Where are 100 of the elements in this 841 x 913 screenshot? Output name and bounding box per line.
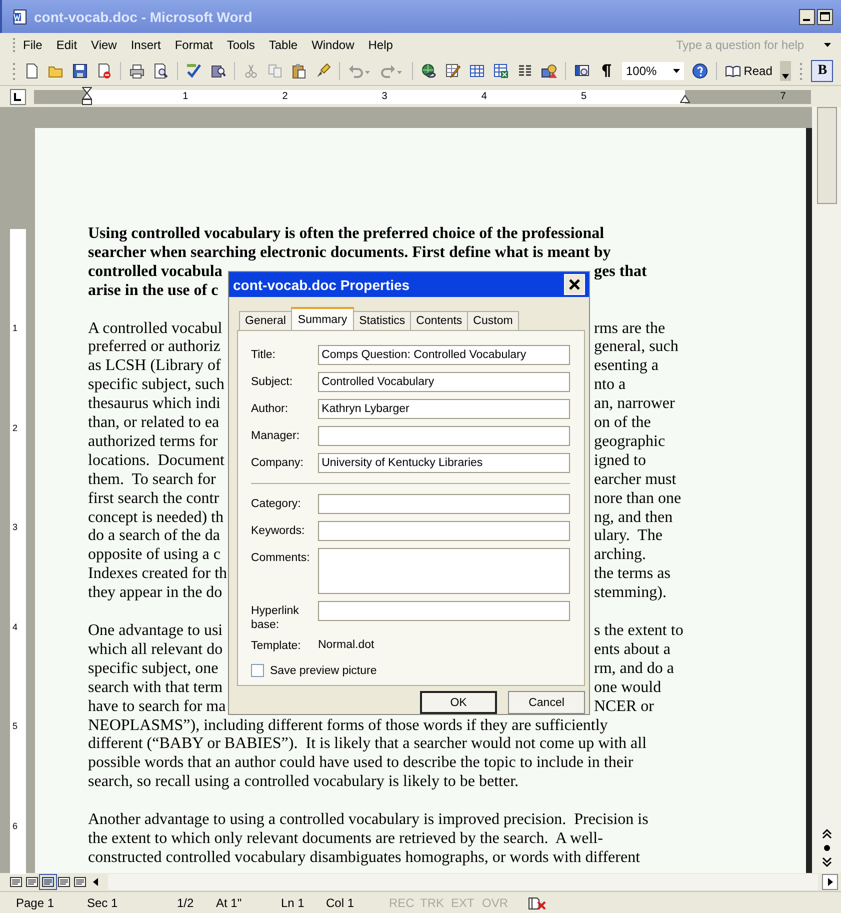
cancel-button[interactable]: Cancel (508, 691, 585, 714)
ok-button[interactable]: OK (420, 691, 497, 714)
input-field[interactable] (318, 426, 570, 446)
zoom-dropdown[interactable]: 100% (622, 62, 684, 80)
columns-icon[interactable] (517, 63, 533, 79)
text-line: earcher must (594, 470, 676, 490)
text-line: igned to (594, 452, 646, 471)
menu-item[interactable]: Insert (124, 36, 168, 54)
spreadsheet-icon[interactable] (493, 63, 509, 79)
menu-item[interactable]: Help (361, 36, 400, 54)
text-line: the extent to which only relevant documents are retrieved by the search. A well- (88, 830, 604, 849)
input-field[interactable] (318, 494, 570, 514)
text-line: possible words that an author could have used to describe the topic to include in their (88, 754, 634, 774)
maximize-icon[interactable] (817, 8, 833, 24)
paintbrush-icon[interactable] (315, 63, 331, 79)
field-label: Template: (251, 639, 302, 653)
input-field[interactable] (318, 601, 570, 621)
document-map-icon[interactable] (574, 63, 590, 79)
scroll-thumb[interactable] (816, 107, 836, 204)
globe-link-icon[interactable] (421, 63, 437, 79)
text-line: thesaurus which indi (88, 395, 222, 414)
menu-item[interactable]: Tools (220, 36, 262, 54)
open-book-icon (724, 65, 741, 77)
vertical-scrollbar[interactable] (812, 107, 841, 873)
ruler-number: 4 (12, 622, 18, 632)
toolbar-options-icon[interactable] (780, 61, 792, 81)
input-field[interactable]: Comps Question: Controlled Vocabulary (318, 345, 570, 365)
text-line: nore than one (594, 490, 682, 509)
pencil-grid-icon[interactable] (445, 63, 461, 79)
field-label: Manager: (251, 429, 301, 443)
print-icon[interactable] (129, 63, 145, 79)
book-error-icon (527, 894, 547, 910)
text-line: arise in the use of c (88, 282, 220, 301)
text-line: do a search of the da (88, 527, 221, 546)
menu-item[interactable]: View (84, 36, 124, 54)
menu-item[interactable]: Table (262, 36, 305, 54)
text-line: specific subject, such (88, 376, 226, 396)
help-icon[interactable] (692, 63, 708, 79)
dropdown-arrow-icon[interactable] (824, 43, 831, 47)
text-line: opposite of using a c (88, 546, 222, 566)
text-line: A controlled vocabul (88, 320, 224, 338)
new-document-icon[interactable] (24, 63, 40, 79)
ruler-number: 6 (12, 821, 18, 831)
research-icon[interactable] (210, 63, 226, 79)
status-text: Col 1 (326, 896, 356, 910)
text-line: NCER or (594, 698, 654, 717)
dialog-tab[interactable]: Summary (290, 307, 354, 330)
menu-item[interactable]: Format (168, 36, 220, 54)
input-field[interactable]: University of Kentucky Libraries (318, 453, 570, 473)
read-button[interactable]: Read (724, 64, 772, 78)
horizontal-scrollbar[interactable] (108, 874, 818, 890)
print-view-icon[interactable] (40, 875, 56, 889)
input-field[interactable]: Controlled Vocabulary (318, 372, 570, 392)
text-line: which all relevant do (88, 640, 224, 660)
text-line: locations. Document (88, 452, 226, 471)
input-field[interactable] (318, 521, 570, 541)
ruler-number: 4 (481, 90, 487, 104)
grip-icon (12, 62, 16, 80)
menu-item[interactable]: File (16, 36, 50, 54)
text-line: as LCSH (Library of (88, 357, 222, 376)
table-icon[interactable] (469, 63, 485, 79)
bold-button[interactable]: B (811, 60, 834, 82)
clipboard-icon[interactable] (291, 63, 307, 79)
checkbox[interactable] (251, 664, 264, 677)
input-field[interactable]: Kathryn Lybarger (318, 399, 570, 419)
save-icon[interactable] (72, 63, 88, 79)
ruler-number: 1 (12, 323, 18, 333)
dialog-title: cont-vocab.doc Properties (233, 276, 410, 292)
text-line: ulary. The (594, 527, 662, 546)
dialog-tab[interactable]: Statistics (353, 311, 412, 330)
spelling-icon[interactable] (186, 63, 202, 79)
text-line: controlled vocabula (88, 262, 224, 282)
checkbox-label[interactable]: Save preview picture (270, 664, 377, 676)
indent-marker-icon[interactable] (82, 86, 92, 104)
minimize-icon[interactable] (799, 8, 815, 24)
text-line: stemming). (594, 584, 666, 604)
input-field[interactable] (318, 548, 570, 594)
status-text: At 1" (216, 896, 243, 910)
text-line: arching. (594, 546, 646, 566)
shapes-icon[interactable] (541, 63, 557, 79)
reading-view-icon[interactable] (72, 875, 88, 889)
menu-item[interactable]: Edit (49, 36, 84, 54)
dialog-tab[interactable]: Custom (467, 311, 519, 330)
outline-view-icon[interactable] (56, 875, 72, 889)
indent-marker-icon[interactable] (680, 94, 690, 102)
text-line: rm, and do a (594, 660, 674, 679)
close-icon[interactable] (564, 274, 585, 295)
normal-view-icon[interactable] (8, 875, 24, 889)
dialog-tab[interactable]: Contents (410, 311, 468, 330)
menu-item[interactable]: Window (304, 36, 362, 54)
text-line: than, or related to ea (88, 414, 220, 433)
tab-stop-icon[interactable] (10, 88, 26, 104)
web-view-icon[interactable] (24, 875, 40, 889)
text-line: s the extent to (594, 622, 684, 641)
print-preview-icon[interactable] (153, 63, 169, 79)
text-line: authorized terms for (88, 432, 219, 452)
scroll-right-icon[interactable] (822, 874, 838, 890)
dialog-tab[interactable]: General (239, 311, 292, 330)
status-text: 1/2 (177, 896, 195, 910)
text-line: specific subject, one (88, 660, 220, 679)
